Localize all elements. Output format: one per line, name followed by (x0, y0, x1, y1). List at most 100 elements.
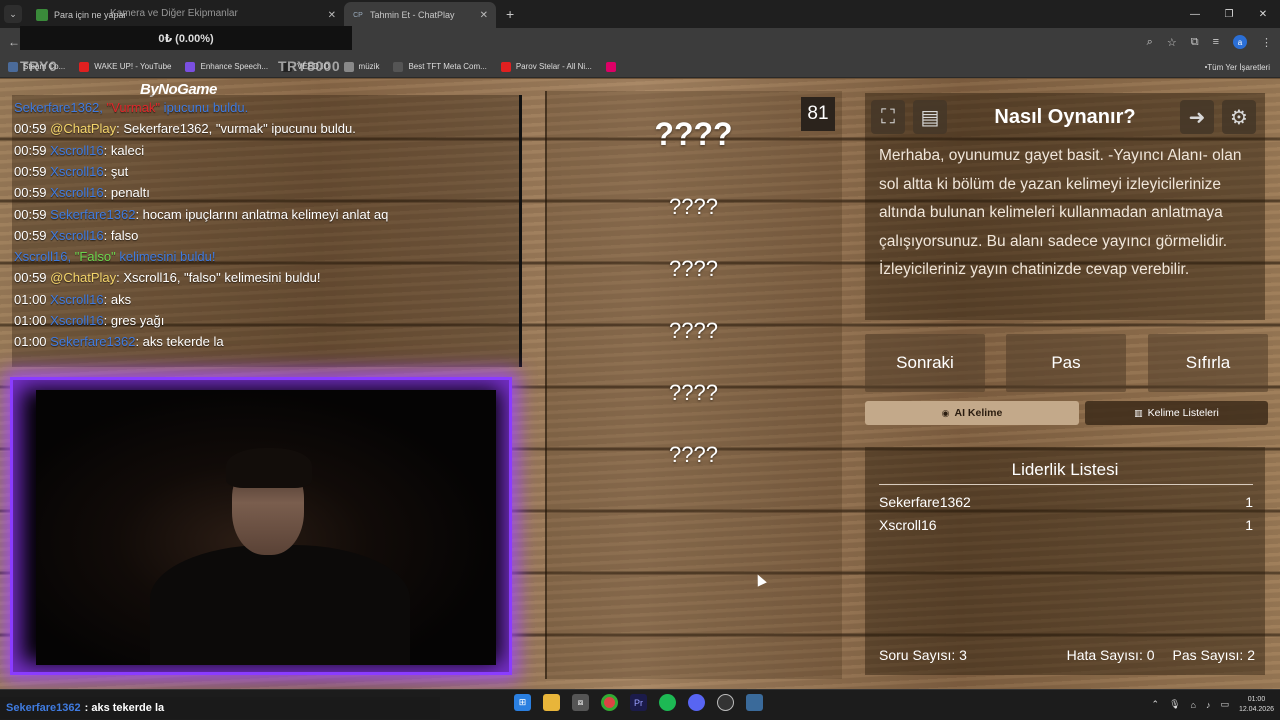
word-lists-label: Kelime Listeleri (1147, 407, 1219, 419)
microphone-icon[interactable]: 🎙︎ (1169, 699, 1180, 710)
money-overlay: 0₺ (0.00%) (20, 26, 352, 50)
bookmark-item[interactable]: Parov Stelar - All Ni... (500, 61, 592, 72)
bookmark-label: Best TFT Meta Com... (408, 62, 487, 71)
tab-tahmin-et[interactable]: CP Tahmin Et - ChatPlay ✕ (344, 2, 496, 28)
bookmark-item[interactable]: müzik (343, 61, 380, 72)
bookmark-label: Enhance Speech... (200, 62, 269, 71)
chat-username[interactable]: Xscroll16 (14, 249, 67, 264)
chat-ticker: Sekerfare1362 : aks tekerde la (0, 697, 440, 719)
chat-timestamp: 01:00 (14, 291, 47, 307)
chat-username[interactable]: @ChatPlay (50, 121, 116, 136)
word-lists-button[interactable]: ▥ Kelime Listeleri (1085, 401, 1268, 425)
chat-username[interactable]: Xscroll16 (50, 292, 103, 307)
bookmark-star-icon[interactable]: ☆ (1167, 36, 1177, 49)
exit-icon[interactable]: ➜ (1180, 100, 1214, 134)
chat-username[interactable]: @ChatPlay (50, 270, 116, 285)
ai-word-label: AI Kelime (954, 407, 1003, 419)
hint-word: ???? (669, 318, 718, 343)
reset-button[interactable]: Sıfırla (1148, 334, 1268, 392)
chat-text: : Sekerfare1362, "vurmak" ipucunu buldu. (116, 121, 356, 137)
youtube-icon (500, 61, 511, 72)
pass-count: Pas Sayısı: 2 (1172, 647, 1255, 663)
player-name: Sekerfare1362 (879, 494, 971, 510)
premiere-icon[interactable]: Pr (630, 694, 647, 711)
menu-icon[interactable]: ⋮ (1261, 36, 1272, 49)
chat-text: : hocam ipuçlarını anlatma kelimeyi anla… (135, 206, 389, 222)
chat-message: 00:59 Sekerfare1362: hocam ipuçlarını an… (14, 207, 388, 222)
network-icon[interactable]: ⌂ (1191, 700, 1196, 710)
media-icon[interactable]: ≡ (1213, 36, 1219, 48)
bookmark-item[interactable]: Enhance Speech... (185, 61, 269, 72)
minimize-icon[interactable]: — (1178, 0, 1212, 28)
settings-gear-icon[interactable]: ⚙ (1222, 100, 1256, 134)
app-icon[interactable] (746, 694, 763, 711)
clock[interactable]: 01:00 12.04.2026 (1239, 695, 1274, 715)
ai-word-button[interactable]: ◉ AI Kelime (865, 401, 1079, 425)
chat-text: : falso (103, 227, 139, 243)
tray-chevron-icon[interactable]: ⌃ (1152, 699, 1160, 710)
error-count: Hata Sayısı: 0 (1066, 647, 1155, 663)
new-tab-icon[interactable]: + (506, 6, 514, 22)
streamer-body (150, 545, 410, 665)
profile-avatar[interactable]: a (1233, 35, 1247, 49)
chat-message: 00:59 Xscroll16: şut (14, 164, 128, 179)
chat-message: 01:00 Xscroll16: aks (14, 292, 131, 307)
chat-text: , (67, 249, 75, 265)
system-tray: ⌃ 🎙︎ ⌂ ♪ ▭ 01:00 12.04.2026 (1152, 689, 1274, 720)
leaderboard-row: Xscroll16 1 (879, 517, 1253, 533)
address-bar-actions: ⌕ ☆ ⧉ ≡ a ⋮ (1147, 28, 1272, 56)
volume-icon[interactable]: ♪ (1206, 700, 1211, 710)
question-count: Soru Sayısı: 3 (879, 647, 967, 663)
close-window-icon[interactable]: ✕ (1246, 0, 1280, 28)
bookmark-item[interactable] (605, 61, 621, 72)
bookmark-item[interactable]: WAKE UP! - YouTube (79, 61, 171, 72)
chat-text: : aks tekerde la (135, 334, 224, 350)
windows-start-icon[interactable]: ⊞ (514, 694, 531, 711)
spotify-icon[interactable] (659, 694, 676, 711)
chat-timestamp: 01:00 (14, 334, 47, 350)
chat-text: : gres yağı (103, 313, 165, 328)
chat-username[interactable]: Xscroll16 (50, 185, 103, 200)
discord-icon[interactable] (688, 694, 705, 711)
hint-word: ???? (669, 442, 718, 467)
zoom-icon[interactable]: ⌕ (1147, 36, 1153, 49)
game-stats: Soru Sayısı: 3 Hata Sayısı: 0 Pas Sayısı… (879, 647, 1255, 663)
next-button[interactable]: Sonraki (865, 334, 985, 392)
chat-message: 01:00 Xscroll16: gres yağı (14, 313, 164, 328)
extensions-icon[interactable]: ⧉ (1191, 36, 1199, 49)
player-score: 1 (1245, 517, 1253, 533)
bookmark-item[interactable]: Best TFT Meta Com... (393, 61, 487, 72)
all-bookmarks[interactable]: Tüm Yer İşaretleri (1205, 56, 1270, 78)
obs-icon[interactable] (717, 694, 734, 711)
chat-username[interactable]: Sekerfare1362 (14, 100, 99, 115)
hint-word: ???? (669, 380, 718, 405)
pass-button[interactable]: Pas (1006, 334, 1126, 392)
maximize-icon[interactable]: ❐ (1212, 0, 1246, 28)
store-icon[interactable]: ⧈ (572, 694, 589, 711)
chat-message: 00:59 Xscroll16: penaltı (14, 185, 150, 200)
hint-word: ???? (669, 194, 718, 219)
chat-text: : kaleci (103, 142, 145, 158)
chat-username[interactable]: Sekerfare1362 (50, 207, 135, 222)
bookmark-label: müzik (358, 62, 380, 71)
tab-close-icon[interactable]: ✕ (480, 10, 488, 21)
chat-username[interactable]: Xscroll16 (50, 143, 103, 158)
notebook-icon: ▥ (1134, 407, 1143, 418)
chat-username[interactable]: Xscroll16 (50, 228, 103, 243)
chrome-icon[interactable] (601, 694, 618, 711)
tab-overlay-text: Kamera ve Diğer Ekipmanlar (110, 8, 238, 19)
chat-message: 00:59 Xscroll16: falso (14, 228, 138, 243)
chat-username[interactable]: Xscroll16 (50, 313, 103, 328)
leaderboard-title: Liderlik Listesi (1011, 460, 1119, 479)
chat-text: : penaltı (103, 185, 150, 201)
chat-timestamp: 00:59 (14, 185, 47, 201)
chat-username[interactable]: Xscroll16 (50, 164, 103, 179)
chat-username[interactable]: Sekerfare1362 (50, 334, 135, 349)
tab-close-icon[interactable]: ✕ (328, 10, 336, 21)
battery-icon[interactable]: ▭ (1220, 699, 1229, 710)
chat-text: : aks (103, 291, 132, 307)
try-left-overlay: TRY0 (20, 58, 58, 74)
tab-search-button[interactable]: ⌄ (4, 5, 22, 23)
bookmarks-bar: Steam Co... WAKE UP! - YouTube Enhance Spe… (0, 56, 1280, 78)
file-explorer-icon[interactable] (543, 694, 560, 711)
